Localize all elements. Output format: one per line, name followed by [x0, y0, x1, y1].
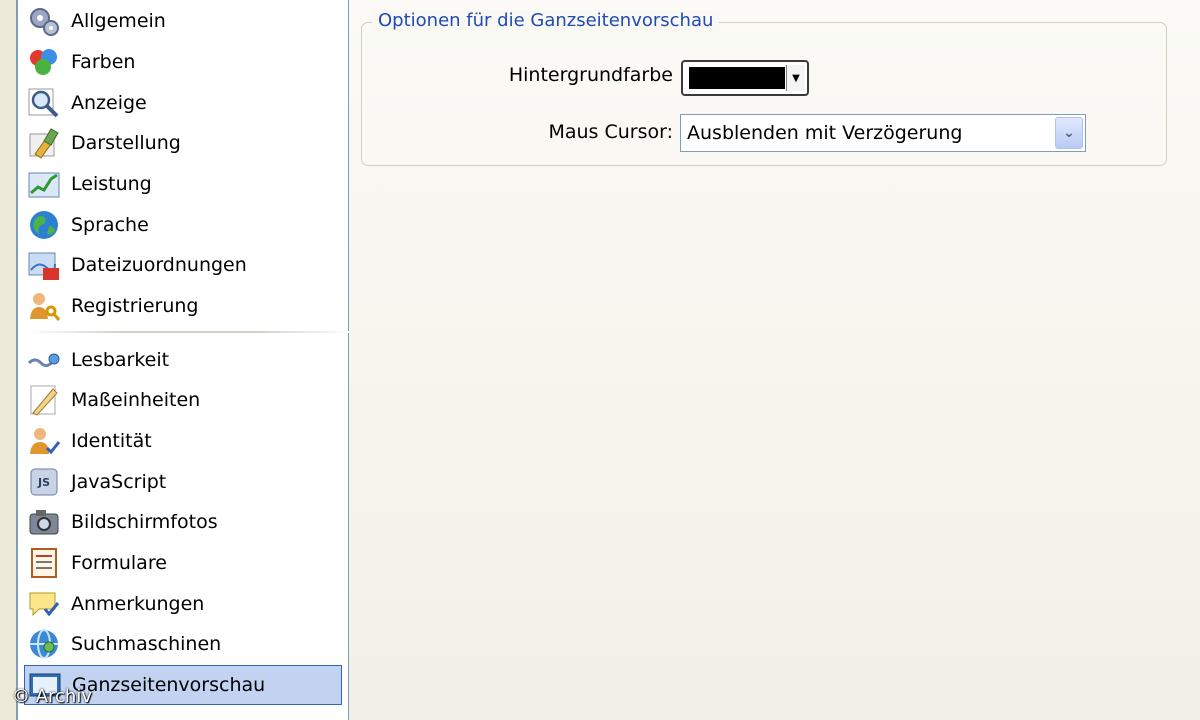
search-engine-icon: [27, 627, 61, 661]
color-balls-icon: [27, 45, 61, 79]
settings-category-list[interactable]: Allgemein Farben Anzeige Darstellung Lei…: [18, 0, 354, 720]
group-separator: [24, 331, 354, 333]
readability-icon: [27, 343, 61, 377]
sidebar-item-label: JavaScript: [71, 471, 167, 493]
sidebar-item-label: Registrierung: [71, 295, 199, 317]
camera-icon: [27, 505, 61, 539]
background-color-picker[interactable]: ▼: [681, 60, 809, 96]
sidebar-item-sprache[interactable]: Sprache: [24, 205, 342, 245]
performance-chart-icon: [27, 167, 61, 201]
javascript-icon: JS: [27, 465, 61, 499]
sidebar-item-darstellung[interactable]: Darstellung: [24, 123, 342, 163]
background-color-label: Hintergrundfarbe: [508, 64, 673, 86]
sidebar-item-leistung[interactable]: Leistung: [24, 164, 342, 204]
background-color-swatch: [689, 67, 785, 89]
watermark: © Archiv: [12, 686, 92, 707]
sidebar-item-farben[interactable]: Farben: [24, 42, 342, 82]
sidebar-item-javascript[interactable]: JS JavaScript: [24, 462, 342, 502]
window-left-border: [0, 0, 18, 720]
sidebar-item-label: Sprache: [71, 214, 149, 236]
sidebar-item-label: Identität: [71, 430, 152, 452]
sidebar-item-dateizuordnungen[interactable]: Dateizuordnungen: [24, 245, 342, 285]
sidebar-item-label: Leistung: [71, 173, 152, 195]
sidebar-item-label: Anzeige: [71, 92, 147, 114]
identity-user-icon: [27, 424, 61, 458]
svg-text:JS: JS: [37, 476, 50, 489]
magnifier-icon: [27, 86, 61, 120]
mouse-cursor-value: Ausblenden mit Verzögerung: [687, 122, 963, 144]
sidebar-item-label: Allgemein: [71, 10, 166, 32]
chevron-down-icon: ⌄: [1063, 125, 1075, 141]
sidebar-item-anzeige[interactable]: Anzeige: [24, 83, 342, 123]
mouse-cursor-dropdown-button[interactable]: ⌄: [1055, 117, 1083, 149]
sidebar-item-anmerkungen[interactable]: Anmerkungen: [24, 584, 342, 624]
options-panel: Optionen für die Ganzseitenvorschau Hint…: [349, 0, 1200, 720]
group-title: Optionen für die Ganzseitenvorschau: [372, 10, 720, 31]
file-association-icon: [27, 248, 61, 282]
sidebar-item-masseinheiten[interactable]: Maßeinheiten: [24, 380, 342, 420]
sidebar-item-identitaet[interactable]: Identität: [24, 421, 342, 461]
chevron-down-icon: ▼: [792, 72, 800, 84]
globe-icon: [27, 208, 61, 242]
sidebar-item-label: Lesbarkeit: [71, 349, 170, 371]
sidebar-item-label: Formulare: [71, 552, 167, 574]
sidebar-item-label: Bildschirmfotos: [71, 511, 218, 533]
sidebar-item-label: Anmerkungen: [71, 593, 205, 615]
users-key-icon: [27, 289, 61, 323]
gears-icon: [27, 4, 61, 38]
sidebar-item-label: Maßeinheiten: [71, 389, 201, 411]
sidebar-item-suchmaschinen[interactable]: Suchmaschinen: [24, 624, 342, 664]
ruler-icon: [27, 383, 61, 417]
sidebar-item-label: Dateizuordnungen: [71, 254, 247, 276]
brush-icon: [27, 126, 61, 160]
sidebar-item-label: Farben: [71, 51, 136, 73]
sidebar-item-allgemein[interactable]: Allgemein: [24, 1, 342, 41]
sidebar-item-lesbarkeit[interactable]: Lesbarkeit: [24, 340, 342, 380]
sidebar-item-label: Darstellung: [71, 132, 181, 154]
form-icon: [27, 546, 61, 580]
sidebar-item-label: Suchmaschinen: [71, 633, 222, 655]
mouse-cursor-label: Maus Cursor:: [548, 121, 673, 143]
color-dropdown-button[interactable]: ▼: [786, 65, 805, 91]
comment-icon: [27, 587, 61, 621]
mouse-cursor-select[interactable]: Ausblenden mit Verzögerung ⌄: [680, 114, 1086, 152]
sidebar-item-bildschirmfotos[interactable]: Bildschirmfotos: [24, 502, 342, 542]
sidebar-item-registrierung[interactable]: Registrierung: [24, 286, 342, 326]
sidebar-item-formulare[interactable]: Formulare: [24, 543, 342, 583]
sidebar-item-label: Ganzseitenvorschau: [72, 674, 266, 696]
